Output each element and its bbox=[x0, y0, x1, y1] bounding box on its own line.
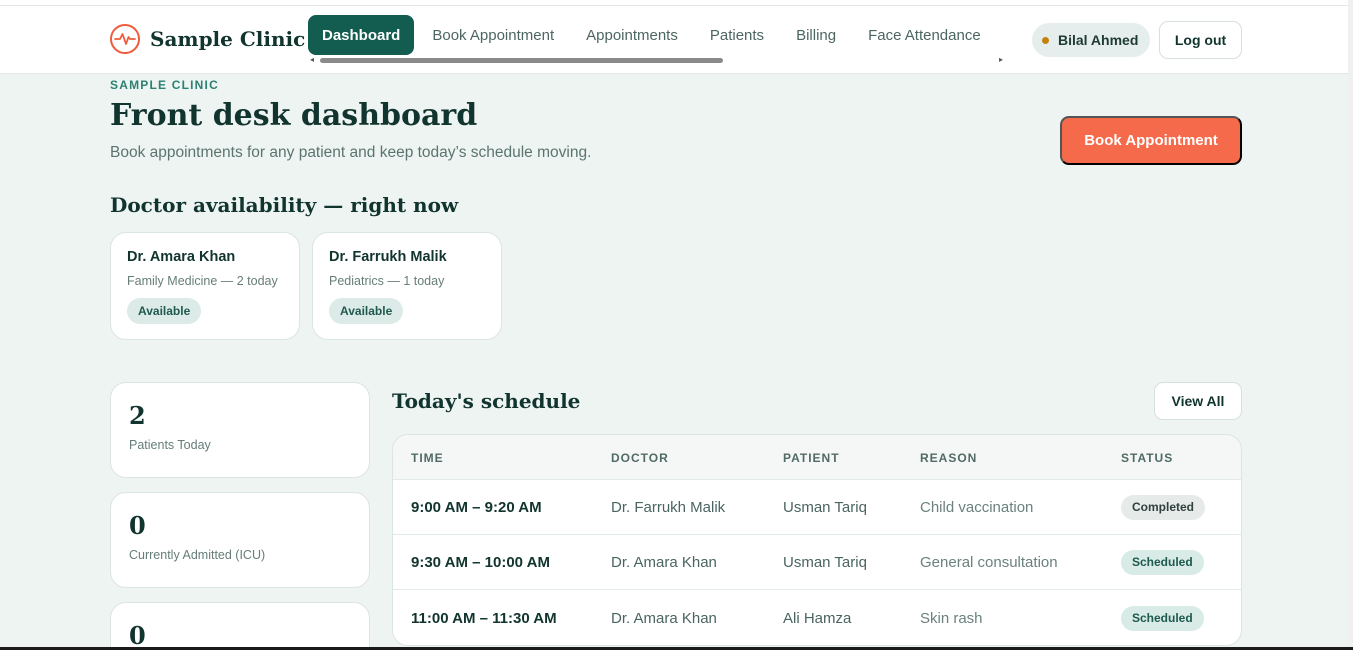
schedule-table: TIME DOCTOR PATIENT REASON STATUS 9:00 A… bbox=[392, 434, 1242, 646]
nav-scrollbar[interactable]: ◂ ▸ bbox=[310, 56, 1003, 64]
cell-reason: Skin rash bbox=[920, 610, 983, 627]
brand-name: Sample Clinic bbox=[150, 27, 306, 51]
nav-patients[interactable]: Patients bbox=[696, 15, 778, 55]
cell-reason: Child vaccination bbox=[920, 499, 1034, 516]
scroll-right-icon[interactable]: ▸ bbox=[999, 56, 1003, 64]
nav-book-appointment[interactable]: Book Appointment bbox=[418, 15, 568, 55]
doctor-meta: Pediatrics — 1 today bbox=[329, 274, 445, 288]
page-scrollbar[interactable] bbox=[1348, 0, 1353, 650]
nav-dashboard[interactable]: Dashboard bbox=[308, 15, 415, 55]
page-title: Front desk dashboard bbox=[110, 98, 478, 133]
cell-doctor: Dr. Farrukh Malik bbox=[611, 499, 726, 516]
user-chip[interactable]: Bilal Ahmed bbox=[1032, 23, 1151, 57]
status-dot-icon bbox=[1042, 36, 1049, 44]
heartbeat-icon bbox=[110, 24, 140, 54]
nav-face-attendance[interactable]: Face Attendance bbox=[854, 15, 995, 55]
cell-reason: General consultation bbox=[920, 554, 1058, 571]
stat-value: 0 bbox=[129, 621, 146, 650]
availability-title: Doctor availability — right now bbox=[110, 193, 459, 217]
logout-button[interactable]: Log out bbox=[1159, 21, 1242, 59]
status-badge: Scheduled bbox=[1121, 606, 1204, 631]
app-header: Sample Clinic Dashboard Book Appointment… bbox=[0, 6, 1353, 74]
user-name: Bilal Ahmed bbox=[1058, 32, 1139, 48]
main-nav: Dashboard Book Appointment Appointments … bbox=[308, 15, 999, 55]
cell-time: 11:00 AM – 11:30 AM bbox=[411, 610, 557, 627]
cell-doctor: Dr. Amara Khan bbox=[611, 610, 717, 627]
doctor-name: Dr. Amara Khan bbox=[127, 249, 236, 265]
view-all-button[interactable]: View All bbox=[1154, 382, 1242, 420]
column-header-reason: REASON bbox=[920, 451, 978, 465]
availability-badge: Available bbox=[127, 298, 202, 324]
table-row[interactable]: 9:30 AM – 10:00 AM Dr. Amara Khan Usman … bbox=[393, 535, 1241, 590]
cell-patient: Ali Hamza bbox=[783, 610, 852, 627]
stat-card-admitted: 0 Currently Admitted (ICU) bbox=[110, 492, 370, 588]
nav-appointments[interactable]: Appointments bbox=[572, 15, 692, 55]
schedule-title: Today's schedule bbox=[392, 389, 581, 413]
book-appointment-button[interactable]: Book Appointment bbox=[1060, 116, 1242, 165]
cell-patient: Usman Tariq bbox=[783, 499, 867, 516]
stat-label: Currently Admitted (ICU) bbox=[129, 548, 266, 562]
column-header-status: STATUS bbox=[1121, 451, 1174, 465]
stat-value: 2 bbox=[129, 401, 146, 430]
stat-card-patients-today: 2 Patients Today bbox=[110, 382, 370, 478]
doctor-name: Dr. Farrukh Malik bbox=[329, 249, 447, 265]
doctor-meta: Family Medicine — 2 today bbox=[127, 274, 278, 288]
page-eyebrow: SAMPLE CLINIC bbox=[110, 78, 219, 92]
stat-card: 0 bbox=[110, 602, 370, 650]
cell-time: 9:00 AM – 9:20 AM bbox=[411, 499, 542, 516]
column-header-doctor: DOCTOR bbox=[611, 451, 669, 465]
scroll-left-icon[interactable]: ◂ bbox=[310, 56, 314, 64]
doctor-card[interactable]: Dr. Farrukh Malik Pediatrics — 1 today A… bbox=[312, 232, 502, 340]
stat-label: Patients Today bbox=[129, 438, 211, 452]
column-header-time: TIME bbox=[411, 451, 444, 465]
table-row[interactable]: 11:00 AM – 11:30 AM Dr. Amara Khan Ali H… bbox=[393, 590, 1241, 645]
page-subtitle: Book appointments for any patient and ke… bbox=[110, 144, 592, 161]
stat-value: 0 bbox=[129, 511, 146, 540]
status-badge: Scheduled bbox=[1121, 550, 1204, 575]
table-row[interactable]: 9:00 AM – 9:20 AM Dr. Farrukh Malik Usma… bbox=[393, 480, 1241, 535]
brand[interactable]: Sample Clinic bbox=[110, 24, 305, 54]
nav-scrollbar-thumb[interactable] bbox=[320, 58, 723, 63]
cell-patient: Usman Tariq bbox=[783, 554, 867, 571]
cell-time: 9:30 AM – 10:00 AM bbox=[411, 554, 550, 571]
status-badge: Completed bbox=[1121, 495, 1206, 520]
column-header-patient: PATIENT bbox=[783, 451, 840, 465]
availability-badge: Available bbox=[329, 298, 404, 324]
nav-billing[interactable]: Billing bbox=[782, 15, 850, 55]
table-header: TIME DOCTOR PATIENT REASON STATUS bbox=[393, 435, 1241, 480]
cell-doctor: Dr. Amara Khan bbox=[611, 554, 717, 571]
doctor-card[interactable]: Dr. Amara Khan Family Medicine — 2 today… bbox=[110, 232, 300, 340]
